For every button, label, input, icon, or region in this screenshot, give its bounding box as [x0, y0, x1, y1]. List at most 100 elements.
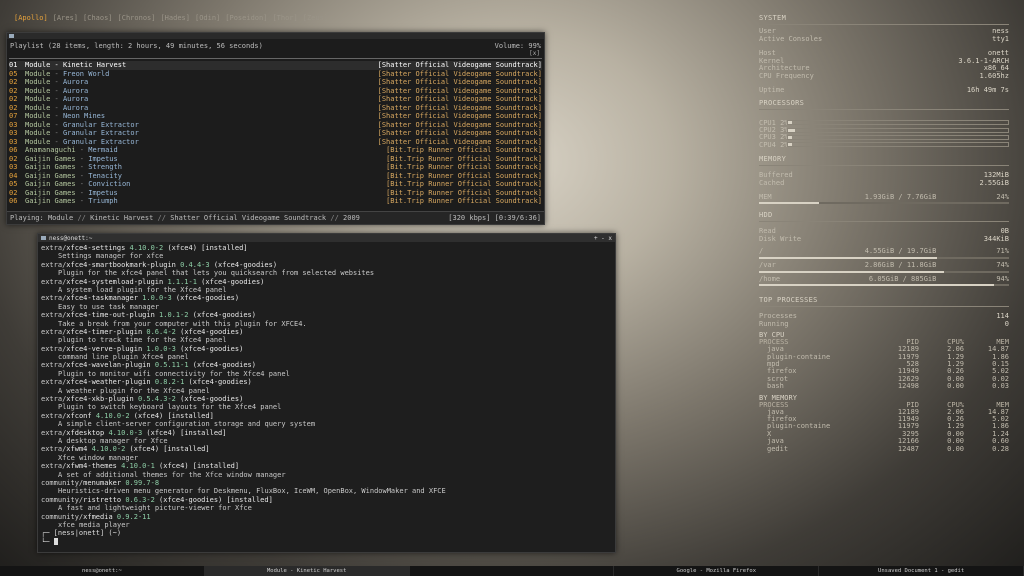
package-description: A desktop manager for Xfce — [58, 436, 168, 445]
playlist-row[interactable]: 02 Module - Aurora [Shatter Official Video… — [9, 87, 542, 96]
package-groups: (xfce4-goodies) — [188, 311, 256, 320]
process-name: gedit — [767, 444, 789, 453]
cpu-label: CPU4 2% — [759, 140, 789, 149]
mem-label: MEM — [759, 192, 772, 201]
cpu-usage-fill — [788, 128, 795, 132]
memory-info-row-value: 2.55GiB — [979, 178, 1009, 187]
filesystem-mount: /home — [759, 274, 781, 283]
package-description: A system load plugin for the Xfce4 panel — [58, 285, 227, 294]
package-version: 1.0.0-3 — [146, 344, 176, 353]
track-title: Strength — [88, 163, 122, 171]
package-description: Easy to use task manager — [58, 302, 160, 311]
taskbar-item[interactable]: Module - Kinetic Harvest — [204, 566, 410, 576]
now-playing-album: Shatter Official Videogame Soundtrack — [170, 214, 327, 222]
workspace-tab[interactable]: [Thor] — [272, 14, 297, 22]
playlist-row[interactable]: 05 Gaijin Games - Conviction [Bit.Trip Run… — [9, 180, 542, 189]
process-table-header: PROCESS PID CPU% MEM — [759, 339, 1009, 346]
package-line: community/ristretto 0.6.3-2 (xfce4-goodi… — [41, 496, 612, 504]
playlist-row[interactable]: 02 Module - Aurora [Shatter Official Video… — [9, 104, 542, 113]
package-repo: extra/ — [41, 378, 67, 387]
process-row: firefox 11949 0.26 5.02 — [759, 368, 1009, 376]
process-row: java 12166 0.00 0.60 — [759, 437, 1009, 445]
playlist-row[interactable]: 05 Module - Freon World [Shatter Official … — [9, 70, 542, 79]
workspace-tab[interactable]: [Apollo] — [14, 14, 48, 22]
filesystem-usage-fill — [759, 256, 937, 259]
system-info-row-label: Active Consoles — [759, 34, 823, 43]
track-artist: Module — [25, 103, 51, 112]
playlist-row[interactable]: 01 Module - Kinetic Harvest [Shatter Offic… — [9, 61, 542, 70]
cpu-usage-bar — [787, 120, 1009, 126]
filesystem-usage-fill — [759, 284, 994, 287]
system-info-host: Host onett Kernel 3.6.1-1-ARCH Architecture x… — [759, 50, 1009, 80]
separator: - — [50, 112, 63, 120]
close-button[interactable]: [x] — [529, 50, 540, 57]
package-line: extra/xfwm4 4.10.0-2 (xfce4) [installed] — [41, 445, 612, 453]
package-line: extra/xfwm4-themes 4.10.0-1 (xfce4) [ins… — [41, 462, 612, 470]
process-row: scrot 12629 0.00 0.02 — [759, 375, 1009, 383]
package-repo: extra/ — [41, 260, 67, 269]
taskbar-item[interactable]: ness@onett:~ — [0, 566, 205, 576]
playlist-row[interactable]: 03 Module - Granular Extractor [Shatter Of… — [9, 121, 542, 130]
system-info-row: Active Consoles tty1 — [759, 34, 1009, 44]
package-name: xfce4-weather-plugin — [66, 378, 155, 387]
workspace-switcher: [Apollo] [Ares] [Chaos] [Chronos] [Hades] [Od… — [14, 14, 328, 22]
workspace-tab[interactable]: [Chronos] — [118, 14, 156, 22]
package-version: 4.10.0-1 — [121, 462, 155, 471]
workspace-tab[interactable]: [Hades] — [160, 14, 190, 22]
package-repo: extra/ — [41, 462, 67, 471]
playlist-row[interactable]: 04 Gaijin Games - Tenacity [Bit.Trip Runne… — [9, 172, 542, 181]
section-title-memory: MEMORY — [759, 155, 787, 164]
playlist-row[interactable]: 06 Anamanaguchi - Mermaid [Bit.Trip Runner… — [9, 146, 542, 155]
terminal-window[interactable]: ness@onett:~ + - x extra/xfce4-settings … — [37, 233, 616, 553]
playlist-row[interactable]: 06 Gaijin Games - Triumph [Bit.Trip Runner… — [9, 197, 542, 206]
playlist-row[interactable]: 02 Gaijin Games - Impetus [Bit.Trip Runner… — [9, 155, 542, 164]
playlist-row[interactable]: 07 Module - Neon Mines [Shatter Official V… — [9, 112, 542, 121]
window-controls[interactable]: + - x — [594, 235, 612, 242]
track-album: [Shatter Official Videogame Soundtrack] — [377, 95, 542, 103]
playlist-row[interactable]: 02 Gaijin Games - Impetus [Bit.Trip Runner… — [9, 189, 542, 198]
workspace-tab[interactable]: [Odin] — [195, 14, 220, 22]
system-info-row-label: CPU Frequency — [759, 71, 814, 80]
separator: - — [50, 61, 63, 69]
workspace-tab[interactable]: [Chaos] — [83, 14, 113, 22]
taskbar-item[interactable] — [410, 566, 615, 576]
workspace-tab[interactable]: [Ares] — [53, 14, 78, 22]
disk-io-row: Disk Write 344KiB — [759, 235, 1009, 244]
track-artist: Module — [25, 69, 51, 78]
track-number: 06 — [9, 197, 18, 205]
track-artist: Anamanaguchi — [25, 146, 76, 154]
package-repo: extra/ — [41, 344, 67, 353]
track-title: Mermaid — [88, 146, 118, 154]
taskbar-item[interactable]: Unsaved Document 1 - gedit — [819, 566, 1024, 576]
package-groups: (xfce4-goodies) — [196, 277, 265, 286]
window-titlebar[interactable]: ness@onett:~ + - x — [38, 234, 615, 242]
playlist-row[interactable]: 03 Module - Granular Extractor [Shatter Of… — [9, 138, 542, 147]
system-info-row: CPU Frequency 1.605hz — [759, 71, 1009, 81]
package-repo: extra/ — [41, 411, 67, 420]
now-playing-year: 2009 — [343, 214, 360, 222]
mem-usage-bar — [759, 202, 1009, 205]
playlist-row[interactable]: 03 Module - Granular Extractor [Shatter Of… — [9, 129, 542, 138]
workspace-tab[interactable]: [Poseidon] — [225, 14, 267, 22]
package-groups: (xfce4-goodies) — [184, 378, 252, 387]
workspace-tab[interactable]: [Zeus] — [303, 14, 328, 22]
package-repo: community/ — [41, 495, 84, 504]
separator: - — [75, 180, 89, 188]
system-monitor: SYSTEM User ness Active Consoles tty1 Host o… — [759, 14, 1009, 453]
package-description: A set of additional themes for the Xfce … — [58, 470, 286, 479]
track-number: 02 — [9, 86, 18, 95]
shell-input-line[interactable]: └─ — [41, 538, 612, 546]
cpu-usage-bar — [787, 127, 1009, 133]
filesystem-usage-bar — [759, 256, 1009, 259]
package-repo: community/ — [41, 512, 84, 521]
taskbar-item[interactable]: Google - Mozilla Firefox — [614, 566, 820, 576]
cpu-usage-bar — [787, 134, 1009, 140]
package-groups: (xfce4) [installed] — [125, 445, 210, 454]
playlist-row[interactable]: 02 Module - Aurora [Shatter Official Video… — [9, 95, 542, 104]
separator: - — [50, 78, 63, 86]
playlist-row[interactable]: 02 Module - Aurora [Shatter Official Video… — [9, 78, 542, 87]
process-table-by-memory: java 12189 2.06 14.87 firefox 11949 0.26 5.02 pl… — [759, 408, 1009, 453]
playlist-summary: Playlist (28 items, length: 2 hours, 49 … — [10, 42, 263, 50]
filesystem-list: / 4.55GiB / 19.7GiB 71% /var 2.86GiB / 11.8G… — [759, 248, 1009, 287]
playlist-row[interactable]: 03 Gaijin Games - Strength [Bit.Trip Runne… — [9, 163, 542, 172]
